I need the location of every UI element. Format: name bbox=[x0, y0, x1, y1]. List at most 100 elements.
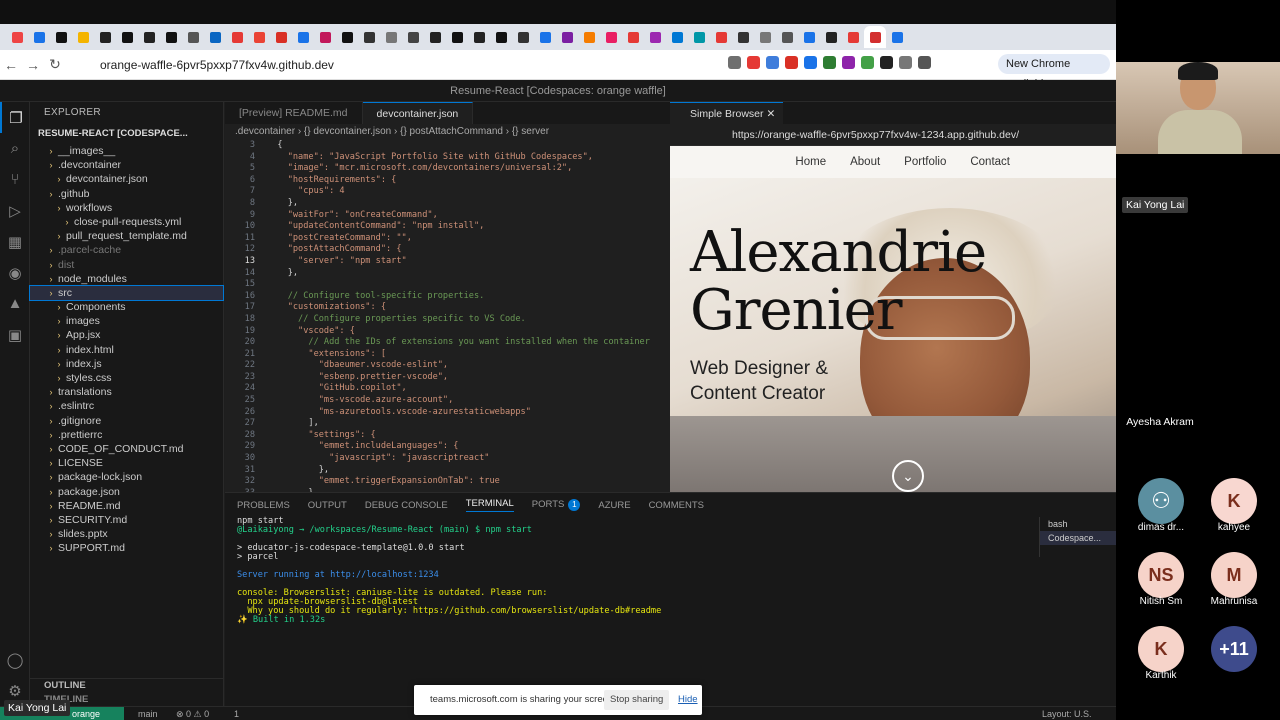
file-tree-item[interactable]: › __images__ bbox=[30, 144, 223, 158]
address-bar[interactable]: orange-waffle-6pvr5pxxp77fxv4w.github.de… bbox=[80, 54, 720, 76]
file-tree-item[interactable]: › .prettierrc bbox=[30, 428, 223, 442]
close-icon[interactable]: ✕ bbox=[766, 108, 775, 120]
code-line[interactable]: 29 "emmet.includeLanguages": { bbox=[225, 441, 670, 453]
browser-tab[interactable] bbox=[446, 26, 468, 48]
outline-header[interactable]: OUTLINE bbox=[30, 679, 224, 693]
file-tree-item[interactable]: › dist bbox=[30, 258, 223, 272]
file-tree-item[interactable]: › node_modules bbox=[30, 272, 223, 286]
extensions-icon[interactable]: ▦ bbox=[0, 226, 30, 257]
terminal-output[interactable]: npm start @Laikaiyong → /workspaces/Resum… bbox=[237, 517, 1027, 625]
tab-problems[interactable]: PROBLEMS bbox=[237, 500, 290, 511]
browser-tab[interactable] bbox=[622, 26, 644, 48]
browser-tab[interactable] bbox=[314, 26, 336, 48]
file-tree-item[interactable]: › .parcel-cache bbox=[30, 243, 223, 257]
file-tree-item[interactable]: › close-pull-requests.yml bbox=[30, 215, 223, 229]
file-tree-item[interactable]: › package-lock.json bbox=[30, 470, 223, 484]
code-line[interactable]: 8 }, bbox=[225, 198, 670, 210]
code-line[interactable]: 11 "postCreateCommand": "", bbox=[225, 233, 670, 245]
file-tree-item[interactable]: › App.jsx bbox=[30, 328, 223, 342]
browser-tab[interactable] bbox=[842, 26, 864, 48]
person-icon[interactable]: ⚇ bbox=[1138, 478, 1184, 524]
scroll-down-icon[interactable]: ⌄ bbox=[892, 460, 924, 492]
participant-avatar[interactable]: K bbox=[1138, 626, 1184, 672]
browser-tab[interactable] bbox=[776, 26, 798, 48]
tab-comments[interactable]: COMMENTS bbox=[649, 500, 704, 511]
code-line[interactable]: 4 "name": "JavaScript Portfolio Site wit… bbox=[225, 152, 670, 164]
nav-about[interactable]: About bbox=[850, 156, 880, 168]
file-tree-item[interactable]: › translations bbox=[30, 385, 223, 399]
terminal-bash[interactable]: bash bbox=[1040, 517, 1116, 531]
browser-tab[interactable] bbox=[666, 26, 688, 48]
browser-tab[interactable] bbox=[270, 26, 292, 48]
browser-tab[interactable] bbox=[864, 26, 886, 48]
browser-tab[interactable] bbox=[248, 26, 270, 48]
tab-ports[interactable]: PORTS 1 bbox=[532, 499, 581, 511]
browser-tab[interactable] bbox=[6, 26, 28, 48]
extension-icons[interactable] bbox=[728, 56, 931, 69]
code-line[interactable]: 24 "GitHub.copilot", bbox=[225, 383, 670, 395]
problems-status[interactable]: ⊗ 0 ⚠ 0 bbox=[176, 707, 209, 720]
browser-tab[interactable] bbox=[226, 26, 248, 48]
file-tree-item[interactable]: › LICENSE bbox=[30, 456, 223, 470]
nav-portfolio[interactable]: Portfolio bbox=[904, 156, 946, 168]
browser-tab[interactable] bbox=[138, 26, 160, 48]
browser-tab[interactable] bbox=[798, 26, 820, 48]
nav-home[interactable]: Home bbox=[795, 156, 826, 168]
file-tree-item[interactable]: › package.json bbox=[30, 485, 223, 499]
code-line[interactable]: 16 // Configure tool-specific properties… bbox=[225, 291, 670, 303]
browser-tab[interactable] bbox=[182, 26, 204, 48]
participant-avatar[interactable]: K bbox=[1211, 478, 1257, 524]
code-line[interactable]: 10 "updateContentCommand": "npm install"… bbox=[225, 221, 670, 233]
file-tree-item[interactable]: › CODE_OF_CONDUCT.md bbox=[30, 442, 223, 456]
code-line[interactable]: 30 "javascript": "javascriptreact" bbox=[225, 453, 670, 465]
code-line[interactable]: 9 "waitFor": "onCreateCommand", bbox=[225, 210, 670, 222]
code-line[interactable]: 19 "vscode": { bbox=[225, 326, 670, 338]
browser-tab[interactable] bbox=[160, 26, 182, 48]
nav-contact[interactable]: Contact bbox=[970, 156, 1010, 168]
browser-tab[interactable] bbox=[490, 26, 512, 48]
browser-tab[interactable] bbox=[72, 26, 94, 48]
file-tree-item[interactable]: › .devcontainer bbox=[30, 158, 223, 172]
search-icon[interactable]: ⌕ bbox=[0, 133, 30, 164]
account-icon[interactable]: ◯ bbox=[0, 644, 30, 675]
branch-status[interactable]: main bbox=[138, 707, 158, 720]
stop-sharing-button[interactable]: Stop sharing bbox=[604, 690, 670, 710]
explorer-icon[interactable]: ❐ bbox=[0, 102, 30, 133]
file-tree-item[interactable]: › index.html bbox=[30, 343, 223, 357]
tab-azure[interactable]: AZURE bbox=[598, 500, 630, 511]
code-line[interactable]: 13 "server": "npm start" bbox=[225, 256, 670, 268]
code-line[interactable]: 22 "dbaeumer.vscode-eslint", bbox=[225, 360, 670, 372]
tab-readme-preview[interactable]: [Preview] README.md bbox=[225, 102, 363, 124]
browser-tab[interactable] bbox=[534, 26, 556, 48]
file-tree-item[interactable]: › index.js bbox=[30, 357, 223, 371]
browser-tab[interactable] bbox=[644, 26, 666, 48]
github-icon[interactable]: ◉ bbox=[0, 257, 30, 288]
source-control-icon[interactable]: ⑂ bbox=[0, 164, 30, 195]
file-tree-item[interactable]: › slides.pptx bbox=[30, 527, 223, 541]
tab-debug-console[interactable]: DEBUG CONSOLE bbox=[365, 500, 448, 511]
reload-icon[interactable]: ↻ bbox=[44, 56, 66, 73]
file-tree-item[interactable]: › SECURITY.md bbox=[30, 513, 223, 527]
browser-tab[interactable] bbox=[292, 26, 314, 48]
browser-tab[interactable] bbox=[710, 26, 732, 48]
browser-tab[interactable] bbox=[688, 26, 710, 48]
tab-simple-browser[interactable]: Simple Browser ✕ bbox=[670, 101, 784, 125]
browser-tab[interactable] bbox=[380, 26, 402, 48]
browser-tab[interactable] bbox=[94, 26, 116, 48]
code-line[interactable]: 31 }, bbox=[225, 465, 670, 477]
code-line[interactable]: 23 "esbenp.prettier-vscode", bbox=[225, 372, 670, 384]
back-icon[interactable]: ← bbox=[0, 57, 22, 73]
browser-tab[interactable] bbox=[204, 26, 226, 48]
browser-tab[interactable] bbox=[578, 26, 600, 48]
run-debug-icon[interactable]: ▷ bbox=[0, 195, 30, 226]
browser-tab[interactable] bbox=[600, 26, 622, 48]
terminal-codespace[interactable]: Codespace... bbox=[1040, 531, 1116, 545]
browser-tab[interactable] bbox=[50, 26, 72, 48]
forward-icon[interactable]: → bbox=[22, 57, 44, 73]
layout-status[interactable]: Layout: U.S. bbox=[1042, 707, 1092, 720]
file-tree-item[interactable]: › styles.css bbox=[30, 371, 223, 385]
file-tree-item[interactable]: › devcontainer.json bbox=[30, 172, 223, 186]
participant-avatar[interactable]: NS bbox=[1138, 552, 1184, 598]
file-tree-item[interactable]: › README.md bbox=[30, 499, 223, 513]
file-tree-item[interactable]: › .eslintrc bbox=[30, 399, 223, 413]
